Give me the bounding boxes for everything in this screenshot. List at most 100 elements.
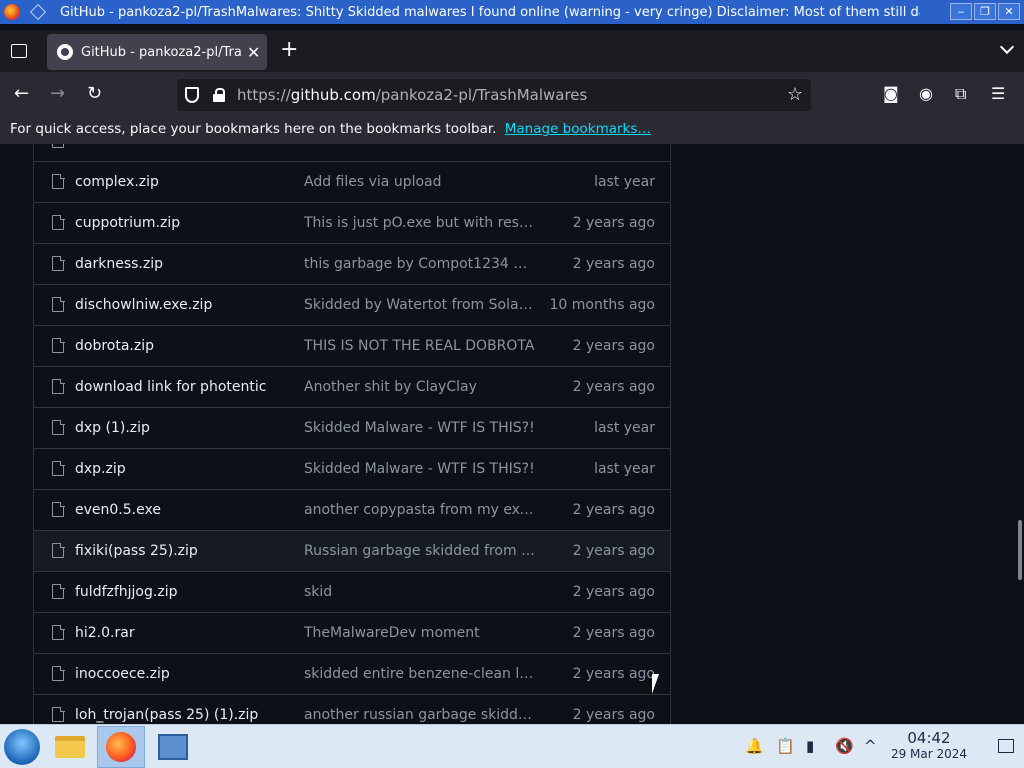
tracking-protection-icon[interactable] xyxy=(185,87,199,103)
window-menu-icon[interactable] xyxy=(30,4,46,20)
file-icon xyxy=(52,255,65,271)
file-name-link[interactable]: inoccoece.zip xyxy=(75,666,170,682)
file-name-link[interactable]: dxp.zip xyxy=(75,461,126,477)
table-row[interactable]: even0.5.exe another copypasta from my exe… xyxy=(34,489,670,530)
table-row[interactable]: darkness.zip this garbage by Compot1234 S… xyxy=(34,243,670,284)
back-button[interactable]: ← xyxy=(14,84,29,104)
file-name-link[interactable]: fixiki(pass 25).zip xyxy=(75,543,198,559)
table-row[interactable]: dobrota.zip THIS IS NOT THE REAL DOBROTA 2… xyxy=(34,325,670,366)
commit-date: 2 years ago xyxy=(572,625,655,641)
file-name-link[interactable]: even0.5.exe xyxy=(75,502,161,518)
file-name-link[interactable]: download link for photentic xyxy=(75,379,266,395)
volume-muted-icon[interactable]: 🔇 xyxy=(835,737,854,755)
hamburger-menu-icon[interactable]: ☰ xyxy=(991,85,1005,103)
close-window-button[interactable]: ✕ xyxy=(998,3,1020,20)
window-titlebar[interactable]: GitHub - pankoza2-pl/TrashMalwares: Shit… xyxy=(0,0,1024,24)
file-name-link[interactable]: loh_trojan(pass 25) (1).zip xyxy=(75,707,258,723)
commit-message-link[interactable]: THIS IS NOT THE REAL DOBROTA xyxy=(304,338,536,354)
table-row[interactable]: hi2.0.rar TheMalwareDev moment 2 years ago xyxy=(34,612,670,653)
file-manager-taskbar-button[interactable] xyxy=(46,726,94,768)
file-name-link[interactable]: complex.zip xyxy=(75,174,159,190)
tab-github[interactable]: GitHub - pankoza2-pl/TrashMalwares ✕ xyxy=(47,34,267,70)
file-name-link[interactable]: darkness.zip xyxy=(75,256,163,272)
table-row[interactable]: loh_trojan(pass 25) (1).zip another russi… xyxy=(34,694,670,724)
commit-date: last year xyxy=(594,461,655,477)
file-name-link[interactable]: dobrota.zip xyxy=(75,338,154,354)
clock[interactable]: 04:42 29 Mar 2024 xyxy=(886,730,972,762)
maximize-button[interactable]: ❐ xyxy=(974,3,996,20)
system-monitor-taskbar-button[interactable] xyxy=(149,726,197,768)
file-name-link[interactable]: hi2.0.rar xyxy=(75,625,135,641)
table-row[interactable]: fuldfzfhjjog.zip skid 2 years ago xyxy=(34,571,670,612)
monitor-icon xyxy=(158,734,188,760)
page-content[interactable]: complex.zip Add files via upload last year… xyxy=(0,144,1024,724)
notification-bell-icon[interactable]: 🔔 xyxy=(745,737,764,755)
clipboard-icon[interactable]: 📋 xyxy=(776,737,795,755)
table-row[interactable]: dxp (1).zip Skidded Malware - WTF IS THIS… xyxy=(34,407,670,448)
start-button[interactable] xyxy=(4,729,40,765)
commit-date: 2 years ago xyxy=(572,666,655,682)
file-icon xyxy=(52,501,65,517)
table-row[interactable]: download link for photentic Another shit … xyxy=(34,366,670,407)
table-row[interactable]: fixiki(pass 25).zip Russian garbage skidd… xyxy=(34,530,670,571)
commit-message-link[interactable]: Skidded by Watertot from Solaris... xyxy=(304,297,536,313)
firefox-taskbar-button[interactable] xyxy=(97,726,145,768)
commit-message-link[interactable]: another copypasta from my exe's... xyxy=(304,502,536,518)
battery-icon[interactable]: ▮ xyxy=(806,737,814,755)
firefox-icon xyxy=(106,732,136,762)
table-row[interactable]: dxp.zip Skidded Malware - WTF IS THIS?! la… xyxy=(34,448,670,489)
commit-message-link[interactable]: TheMalwareDev moment xyxy=(304,625,536,641)
navigation-toolbar: ← → ↻ https://github.com/pankoza2-pl/Tra… xyxy=(0,72,1024,118)
account-icon[interactable]: ◉ xyxy=(919,85,933,103)
forward-button[interactable]: → xyxy=(50,84,65,104)
chevron-up-icon[interactable]: ^ xyxy=(864,737,877,755)
file-name-link[interactable]: fuldfzfhjjog.zip xyxy=(75,584,177,600)
commit-date: 2 years ago xyxy=(572,502,655,518)
commit-message-link[interactable]: skidded entire benzene-clean like... xyxy=(304,666,536,682)
firefox-icon xyxy=(4,4,20,20)
commit-message-link[interactable]: Add files via upload xyxy=(304,174,536,190)
bookmark-star-icon[interactable]: ☆ xyxy=(787,84,803,105)
file-name-link[interactable]: dischowlniw.exe.zip xyxy=(75,297,212,313)
new-tab-button[interactable]: + xyxy=(280,39,298,61)
pocket-icon[interactable]: ◙ xyxy=(883,85,899,103)
tab-close-button[interactable]: ✕ xyxy=(247,43,260,62)
commit-date: 2 years ago xyxy=(572,543,655,559)
show-desktop-button[interactable] xyxy=(998,739,1014,753)
tab-strip: GitHub - pankoza2-pl/TrashMalwares ✕ + xyxy=(0,30,1024,72)
file-icon xyxy=(52,378,65,394)
list-all-tabs-icon[interactable] xyxy=(11,44,27,58)
reload-button[interactable]: ↻ xyxy=(87,84,102,104)
table-row[interactable]: complex.zip Add files via upload last year xyxy=(34,161,670,202)
chevron-down-icon[interactable] xyxy=(999,39,1015,55)
lock-icon[interactable] xyxy=(213,88,225,102)
commit-message-link[interactable]: another russian garbage skidded... xyxy=(304,707,536,723)
commit-date: 2 years ago xyxy=(572,215,655,231)
manage-bookmarks-link[interactable]: Manage bookmarks… xyxy=(505,121,651,137)
commit-message-link[interactable]: this garbage by Compot1234 Sim... xyxy=(304,256,536,272)
file-icon xyxy=(52,542,65,558)
mouse-cursor xyxy=(652,674,659,694)
file-icon xyxy=(52,296,65,312)
table-row[interactable]: inoccoece.zip skidded entire benzene-clea… xyxy=(34,653,670,694)
table-row[interactable]: cuppotrium.zip This is just pÕ.exe but wi… xyxy=(34,202,670,243)
address-bar[interactable]: https://github.com/pankoza2-pl/TrashMalw… xyxy=(177,79,811,111)
minimize-button[interactable]: ‒ xyxy=(950,3,972,20)
bookmarks-toolbar: For quick access, place your bookmarks h… xyxy=(0,118,1024,144)
file-name-link[interactable]: dxp (1).zip xyxy=(75,420,150,436)
table-row[interactable] xyxy=(34,144,670,161)
table-row[interactable]: dischowlniw.exe.zip Skidded by Watertot f… xyxy=(34,284,670,325)
commit-message-link[interactable]: Russian garbage skidded from õ... xyxy=(304,543,536,559)
commit-date: 2 years ago xyxy=(572,256,655,272)
commit-message-link[interactable]: This is just pÕ.exe but with resha... xyxy=(304,215,536,231)
extensions-icon[interactable]: ⧉ xyxy=(955,85,966,103)
clock-time: 04:42 xyxy=(907,729,951,747)
url-text[interactable]: https://github.com/pankoza2-pl/TrashMalw… xyxy=(237,86,587,104)
commit-message-link[interactable]: Another shit by ClayClay xyxy=(304,379,536,395)
page-scrollbar[interactable] xyxy=(1018,520,1022,580)
taskbar: 🔔 📋 ▮ 🔇 ^ 04:42 29 Mar 2024 xyxy=(0,724,1024,768)
commit-message-link[interactable]: skid xyxy=(304,584,536,600)
commit-message-link[interactable]: Skidded Malware - WTF IS THIS?! xyxy=(304,461,536,477)
commit-message-link[interactable]: Skidded Malware - WTF IS THIS?! xyxy=(304,420,536,436)
file-name-link[interactable]: cuppotrium.zip xyxy=(75,215,180,231)
